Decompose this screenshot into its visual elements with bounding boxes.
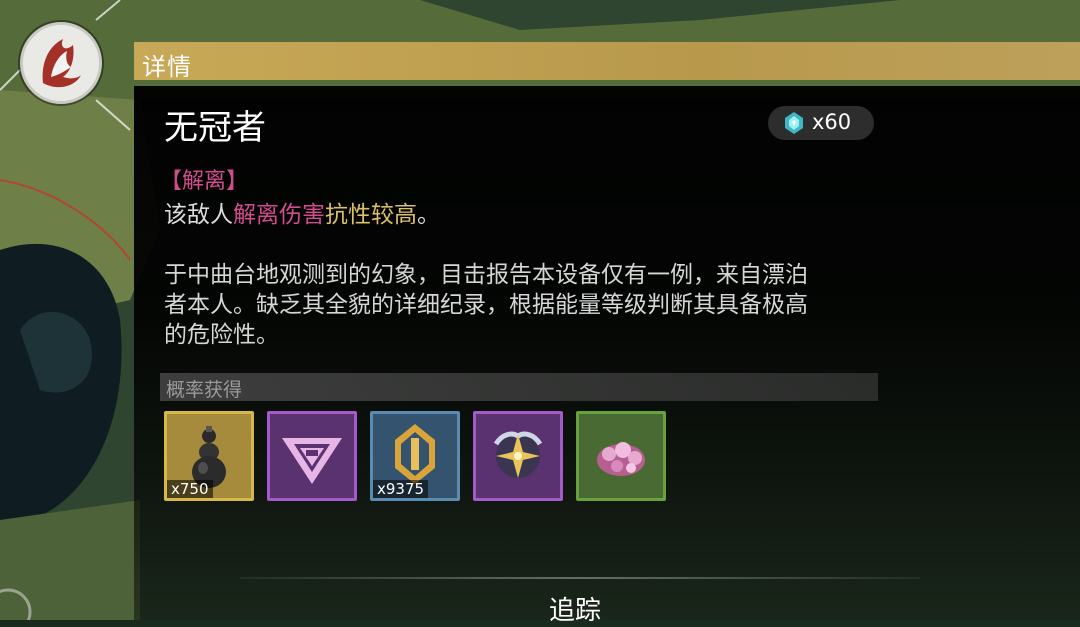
resistance-description: 该敌人解离伤害抗性较高。 [164,195,440,229]
drops-section-header: 概率获得 [160,373,878,401]
details-header: 详情 [134,42,1080,81]
item-quantity: x750 [167,480,213,498]
divider [240,577,920,579]
lore-line: 的危险性。 [164,322,279,348]
resist-end: 。 [417,202,440,228]
cyan-crystal-icon [782,111,806,139]
drop-item-flower[interactable] [576,411,666,501]
resist-element: 解离伤害 [233,202,325,228]
drops-label: 概率获得 [166,379,243,401]
lore-description: 于中曲台地观测到的幻象，目击报告本设备仅有一例，来自漂泊 者本人。缺乏其全貌的详… [164,260,984,350]
boss-emblem-icon[interactable] [20,22,102,104]
track-button[interactable]: 追踪 [549,590,601,627]
pink-flower-cluster-icon [597,442,645,476]
attribute-tag: 【解离】 [160,169,249,194]
drop-item-shell-credit[interactable]: x9375 [370,411,460,501]
drop-item-gourd[interactable]: x750 [164,411,254,501]
lore-line: 者本人。缺乏其全貌的详细纪录，根据能量等级判断其具备极高 [164,292,808,318]
item-quantity: x9375 [373,480,429,498]
drop-item-core[interactable] [473,411,563,501]
lore-line: 于中曲台地观测到的幻象，目击报告本设备仅有一例，来自漂泊 [164,262,808,288]
resist-text: 该敌人 [164,202,233,228]
details-panel [134,86,1080,620]
currency-count: x60 [812,110,852,134]
resist-level: 抗性较高 [325,202,417,228]
currency-badge: x60 [768,106,874,140]
purple-emblem-icon [282,438,342,484]
star-crown-core-icon [493,431,543,478]
enemy-name: 无冠者 [164,108,266,148]
drop-item-emblem[interactable] [267,411,357,501]
header-title: 详情 [142,53,192,81]
